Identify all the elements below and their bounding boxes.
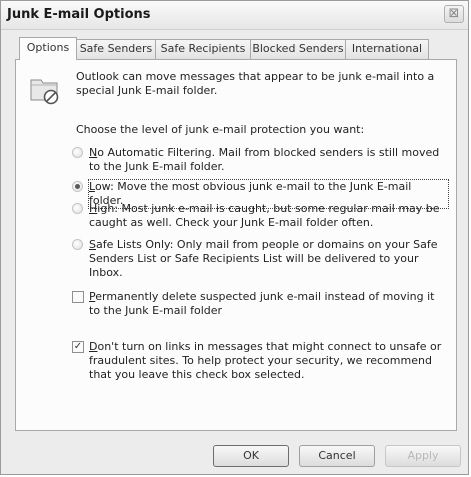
radio-button[interactable] xyxy=(72,203,83,214)
intro-text: Outlook can move messages that appear to… xyxy=(76,70,435,97)
checkbox[interactable] xyxy=(72,291,84,303)
checkbox-checked[interactable]: ✓ xyxy=(72,341,84,353)
apply-button[interactable]: Apply xyxy=(385,445,461,467)
tab-safe-recipients-label: Safe Recipients xyxy=(160,42,246,55)
cancel-button[interactable]: Cancel xyxy=(299,445,375,467)
radio-low[interactable]: Low: Move the most obvious junk e-mail t… xyxy=(72,179,449,209)
options-panel: Outlook can move messages that appear to… xyxy=(15,59,457,431)
tab-international[interactable]: International xyxy=(345,39,429,59)
radio-high[interactable]: High: Most junk e-mail is caught, but so… xyxy=(72,202,448,232)
checkbox-label: Don't turn on links in messages that mig… xyxy=(89,340,442,381)
tab-options[interactable]: Options xyxy=(19,37,77,60)
ok-button[interactable]: OK xyxy=(213,445,289,467)
checkbox-permanently-delete[interactable]: Permanently delete suspected junk e-mail… xyxy=(72,290,448,320)
junk-folder-icon xyxy=(30,79,59,105)
tab-options-label: Options xyxy=(26,41,70,54)
radio-button[interactable] xyxy=(72,239,83,250)
tab-safe-recipients[interactable]: Safe Recipients xyxy=(155,39,251,59)
protection-level-label: Choose the level of junk e-mail protecti… xyxy=(76,123,365,136)
radio-safe-lists-only[interactable]: Safe Lists Only: Only mail from people o… xyxy=(72,238,448,279)
tab-blocked-senders-label: Blocked Senders xyxy=(252,42,344,55)
junk-email-options-dialog: Junk E-mail Options ⊠ Options Safe Sende… xyxy=(0,0,469,475)
tab-safe-senders-label: Safe Senders xyxy=(79,42,153,55)
dialog-title: Junk E-mail Options xyxy=(7,7,151,22)
tab-blocked-senders[interactable]: Blocked Senders xyxy=(250,39,346,59)
radio-label: High: Most junk e-mail is caught, but so… xyxy=(89,202,440,229)
radio-no-automatic-filtering[interactable]: No Automatic Filtering. Mail from blocke… xyxy=(72,146,448,176)
radio-button[interactable] xyxy=(72,147,83,158)
tab-international-label: International xyxy=(351,42,423,55)
close-button[interactable]: ⊠ xyxy=(444,5,464,23)
radio-label: Safe Lists Only: Only mail from people o… xyxy=(89,238,438,279)
checkbox-dont-turn-on-links[interactable]: ✓ Don't turn on links in messages that m… xyxy=(72,340,448,384)
title-bar: Junk E-mail Options ⊠ xyxy=(1,1,468,30)
radio-label: No Automatic Filtering. Mail from blocke… xyxy=(89,146,440,173)
close-icon: ⊠ xyxy=(448,6,460,21)
checkbox-label: Permanently delete suspected junk e-mail… xyxy=(89,290,435,317)
tab-safe-senders[interactable]: Safe Senders xyxy=(76,39,156,59)
radio-button-selected[interactable] xyxy=(72,181,83,192)
